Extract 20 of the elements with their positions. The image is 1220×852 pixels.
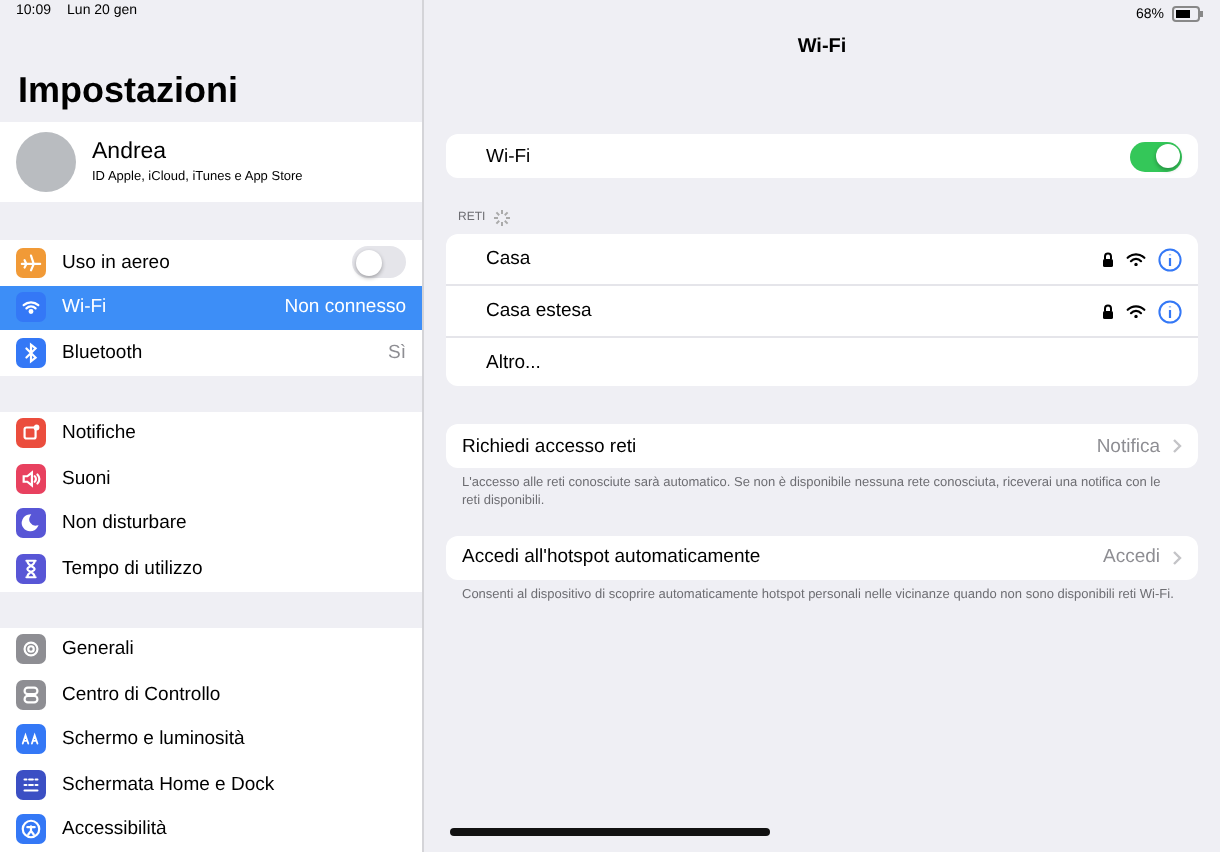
avatar <box>16 131 76 192</box>
other-network-row[interactable]: Altro... <box>446 336 1198 386</box>
chevron-icon <box>1172 438 1182 454</box>
wifi-label: Wi-Fi <box>486 145 533 167</box>
battery-icon <box>1172 6 1204 22</box>
settings-row[interactable]: Richiedi accesso reti Notifica <box>446 424 1198 468</box>
profile-name: Andrea <box>92 139 169 164</box>
network-row[interactable]: Casa <box>446 234 1198 284</box>
info-icon[interactable] <box>1158 247 1182 271</box>
wifi-icon <box>1126 303 1146 319</box>
toggle-switch[interactable] <box>1130 141 1182 171</box>
spinner-icon <box>493 210 510 226</box>
info-icon[interactable] <box>1158 299 1182 323</box>
chevron-icon <box>1172 549 1182 566</box>
wifi-icon <box>1126 251 1146 267</box>
network-row[interactable]: Casa estesa <box>446 284 1198 336</box>
page-title: Wi-Fi <box>795 36 849 58</box>
sidebar-title: Impostazioni <box>18 69 241 112</box>
toggle-switch[interactable] <box>352 246 406 279</box>
settings-row[interactable]: Accedi all'hotspot automaticamente Accedi <box>446 535 1198 580</box>
